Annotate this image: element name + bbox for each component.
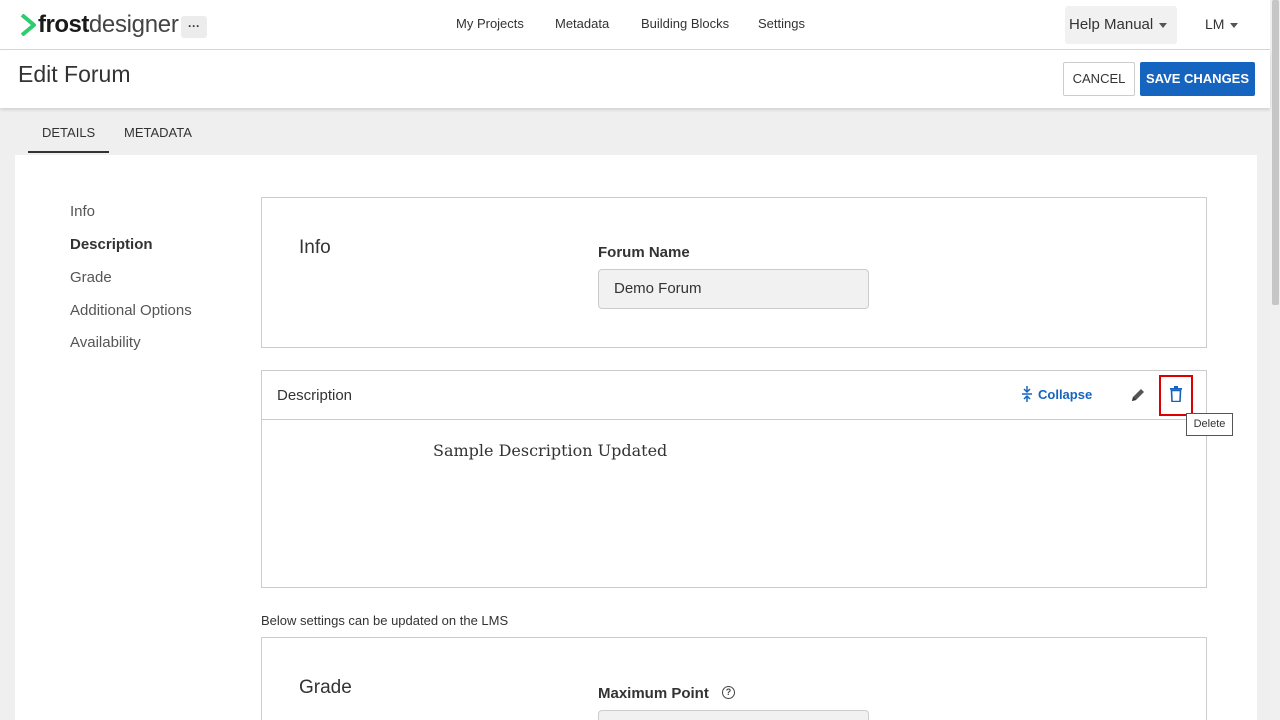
more-menu-button[interactable]: ··· — [181, 16, 207, 38]
user-initials: LM — [1205, 16, 1225, 32]
nav-building-blocks[interactable]: Building Blocks — [641, 16, 729, 31]
chevron-down-icon — [1230, 22, 1239, 28]
grade-section-title: Grade — [299, 677, 352, 698]
forum-name-input[interactable]: Demo Forum — [598, 269, 869, 309]
sidebar-item-additional-options[interactable]: Additional Options — [70, 302, 192, 319]
delete-tooltip: Delete — [1186, 413, 1233, 436]
collapse-button[interactable]: Collapse — [1022, 386, 1092, 402]
description-section-title: Description — [277, 387, 353, 404]
chevron-down-icon — [1159, 22, 1168, 28]
cancel-button[interactable]: CANCEL — [1063, 62, 1135, 96]
help-manual-dropdown[interactable]: Help Manual — [1065, 6, 1177, 44]
pencil-icon[interactable] — [1130, 387, 1146, 403]
top-nav: frost designer ··· My Projects Metadata … — [0, 0, 1270, 50]
nav-settings[interactable]: Settings — [758, 16, 805, 31]
collapse-label: Collapse — [1038, 386, 1093, 402]
sidebar-item-description[interactable]: Description — [70, 236, 153, 253]
help-circle-icon[interactable]: ? — [722, 686, 735, 699]
info-section-title: Info — [299, 237, 331, 258]
nav-my-projects[interactable]: My Projects — [456, 16, 524, 31]
save-changes-button[interactable]: SAVE CHANGES — [1140, 62, 1255, 96]
maximum-point-input[interactable] — [598, 710, 869, 720]
sidebar-item-grade[interactable]: Grade — [70, 269, 112, 286]
logo-text-light: designer — [88, 11, 179, 38]
active-tab-indicator — [28, 151, 109, 153]
logo-text-bold: frost — [38, 11, 89, 38]
maximum-point-label: Maximum Point — [598, 685, 709, 702]
forum-name-label: Forum Name — [598, 244, 690, 261]
nav-metadata[interactable]: Metadata — [555, 16, 609, 31]
lms-settings-note: Below settings can be updated on the LMS — [261, 613, 509, 628]
description-body-text[interactable]: Sample Description Updated — [433, 441, 667, 460]
scrollbar-thumb[interactable] — [1272, 0, 1279, 305]
user-menu[interactable]: LM — [1205, 16, 1239, 32]
collapse-icon — [1022, 386, 1032, 402]
sidebar-item-info[interactable]: Info — [70, 203, 95, 220]
logo-arrow-icon — [20, 14, 36, 36]
help-manual-label: Help Manual — [1069, 16, 1154, 33]
page-title: Edit Forum — [18, 61, 131, 87]
page-header: Edit Forum CANCEL SAVE CHANGES — [0, 50, 1270, 108]
grade-section-card — [261, 637, 1207, 720]
frost-designer-logo[interactable]: frost designer — [20, 10, 179, 40]
tab-details[interactable]: DETAILS — [42, 125, 95, 140]
sidebar-item-availability[interactable]: Availability — [70, 334, 141, 351]
trash-icon[interactable] — [1169, 386, 1183, 402]
tab-metadata[interactable]: METADATA — [124, 125, 192, 140]
